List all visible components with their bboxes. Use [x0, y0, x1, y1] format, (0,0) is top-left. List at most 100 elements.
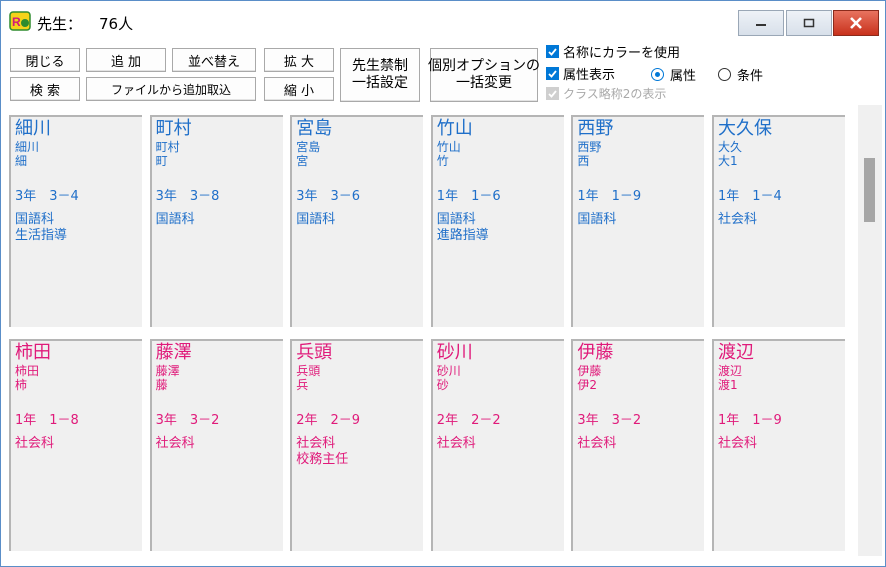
teacher-attribute: 国語科 — [436, 212, 476, 227]
teacher-short-name: 町村 — [155, 140, 180, 154]
teacher-name: 砂川 — [436, 342, 473, 363]
scrollbar-thumb[interactable] — [864, 158, 875, 222]
teacher-short-name: 西野 — [577, 140, 602, 154]
teacher-short-name: 柿田 — [15, 364, 40, 378]
maximize-button[interactable] — [786, 10, 832, 36]
teacher-name: 渡辺 — [718, 342, 754, 363]
condition-radio[interactable]: 条件 — [718, 65, 763, 84]
teacher-attribute: 社会科 — [718, 436, 758, 451]
teacher-attribute: 国語科 — [155, 212, 195, 227]
teacher-class: 3年 3－2 — [155, 413, 220, 428]
window-bottom-edge — [1, 556, 885, 566]
teacher-card[interactable]: 柿田 柿田柿 1年 1－8 社会科 — [9, 339, 142, 551]
teacher-card[interactable]: 砂川 砂川砂 2年 2－2 社会科 — [430, 339, 564, 551]
teacher-attribute: 校務主任 — [296, 452, 349, 467]
svg-text:R: R — [12, 15, 21, 29]
teacher-short-name: 渡辺 — [718, 364, 743, 378]
condition-radio-label: 条件 — [737, 69, 764, 84]
teacher-card[interactable]: 伊藤 伊藤 伊2 3年 3－2 社会科 — [571, 339, 705, 551]
teacher-abbr: 竹 — [436, 154, 449, 168]
teacher-card[interactable]: 西野 西野西 1年 1－9 国語科 — [571, 115, 705, 327]
teacher-count: 76人 — [99, 15, 134, 33]
teacher-abbr: 砂 — [436, 378, 449, 392]
teacher-attribute: 国語科 — [577, 212, 617, 227]
teacher-attribute: 生活指導 — [15, 228, 68, 243]
minimize-button[interactable] — [738, 10, 784, 36]
teacher-window: R 先生： 76人 閉じる 追 加 並べ替え 拡 大 検 索 ファイルから追加取… — [0, 0, 886, 567]
minimize-icon — [756, 24, 766, 26]
checkbox-disabled-icon — [546, 87, 559, 100]
teacher-name: 町村 — [155, 118, 192, 139]
batch-option-line1: 個別オプションの — [428, 58, 540, 74]
teacher-name: 伊藤 — [577, 342, 614, 363]
close-window-button[interactable] — [833, 10, 879, 36]
show-attr-checkbox[interactable]: 属性表示 — [546, 64, 615, 83]
add-button[interactable]: 追 加 — [86, 48, 166, 72]
teacher-short-name: 伊藤 — [577, 364, 602, 378]
teacher-attribute: 社会科 — [155, 436, 195, 451]
teacher-card[interactable]: 藤澤 藤澤藤 3年 3－2 社会科 — [149, 339, 283, 551]
teacher-attribute: 進路指導 — [436, 228, 489, 243]
teacher-class: 1年 1－9 — [718, 413, 782, 428]
teacher-card[interactable]: 竹山 竹山竹 1年 1－6 国語科 進路指導 — [430, 115, 564, 327]
teacher-class: 1年 1－9 — [577, 189, 642, 204]
teacher-name: 兵頭 — [296, 342, 333, 363]
radio-empty-icon — [718, 68, 731, 81]
teacher-short-name: 竹山 — [436, 140, 461, 154]
teacher-short-name: 兵頭 — [296, 364, 321, 378]
teacher-card[interactable]: 町村 町村町 3年 3－8 国語科 — [149, 115, 283, 327]
checkbox-checked-icon — [546, 45, 559, 58]
close-icon — [850, 17, 862, 29]
teacher-name: 竹山 — [436, 118, 473, 139]
batch-ban-button[interactable]: 先生禁制 一括設定 — [340, 48, 420, 102]
batch-option-line2: 一括変更 — [456, 75, 512, 91]
checkbox-checked-icon — [546, 67, 559, 80]
close-button[interactable]: 閉じる — [10, 48, 80, 72]
teacher-abbr: 細 — [15, 154, 28, 168]
batch-option-button[interactable]: 個別オプションの 一括変更 — [428, 48, 540, 102]
class-abbr-checkbox[interactable]: クラス略称2の表示 — [546, 85, 666, 102]
teacher-card[interactable]: 宮島 宮島宮 3年 3－6 国語科 — [290, 115, 424, 327]
teacher-class: 3年 3－8 — [155, 189, 220, 204]
teacher-class: 2年 2－9 — [296, 413, 361, 428]
teacher-abbr: 渡1 — [718, 378, 738, 392]
vertical-scrollbar[interactable] — [858, 105, 882, 558]
app-logo-icon: R — [9, 11, 31, 31]
teacher-abbr: 兵 — [296, 378, 309, 392]
maximize-icon — [803, 18, 815, 28]
teacher-name: 大久保 — [718, 118, 772, 139]
zoom-in-button[interactable]: 拡 大 — [264, 48, 334, 72]
attr-radio[interactable]: 属性 — [651, 65, 696, 84]
color-name-checkbox[interactable]: 名称にカラーを使用 — [546, 42, 680, 61]
teacher-class: 1年 1－6 — [436, 189, 501, 204]
teacher-abbr: 藤 — [155, 378, 168, 392]
search-button[interactable]: 検 索 — [10, 77, 80, 101]
teacher-card[interactable]: 渡辺 渡辺 渡1 1年 1－9 社会科 — [712, 339, 845, 551]
teacher-card-grid: 細川 細川細 3年 3－4 国語科 生活指導 町村 町村町 3年 3－8 国語科 宮島 宮島宮 3年 … — [6, 105, 854, 558]
teacher-name: 宮島 — [296, 118, 333, 139]
teacher-class: 3年 3－2 — [577, 413, 642, 428]
teacher-card[interactable]: 兵頭 兵頭兵 2年 2－9 社会科 校務主任 — [290, 339, 424, 551]
teacher-attribute: 社会科 — [577, 436, 617, 451]
teacher-attribute: 国語科 — [15, 212, 55, 227]
teacher-attribute: 社会科 — [718, 212, 758, 227]
class-abbr-label: クラス略称2の表示 — [563, 87, 667, 101]
teacher-attribute: 社会科 — [436, 436, 476, 451]
teacher-name: 細川 — [15, 118, 51, 139]
teacher-card[interactable]: 大久保 大久 大1 1年 1－4 社会科 — [712, 115, 845, 327]
batch-ban-line2: 一括設定 — [352, 75, 408, 91]
teacher-class: 3年 3－6 — [296, 189, 361, 204]
teacher-card[interactable]: 細川 細川細 3年 3－4 国語科 生活指導 — [9, 115, 142, 327]
teacher-class: 1年 1－8 — [15, 413, 79, 428]
teacher-abbr: 大1 — [718, 154, 738, 168]
sort-button[interactable]: 並べ替え — [172, 48, 256, 72]
teacher-short-name: 砂川 — [436, 364, 461, 378]
window-title: 先生： — [37, 15, 83, 33]
show-attr-label: 属性表示 — [563, 68, 616, 83]
teacher-class: 3年 3－4 — [15, 189, 79, 204]
teacher-short-name: 細川 — [15, 140, 40, 154]
file-import-button[interactable]: ファイルから追加取込 — [86, 77, 256, 101]
zoom-out-button[interactable]: 縮 小 — [264, 77, 334, 101]
teacher-abbr: 宮 — [296, 154, 309, 168]
radio-selected-icon — [651, 68, 664, 81]
